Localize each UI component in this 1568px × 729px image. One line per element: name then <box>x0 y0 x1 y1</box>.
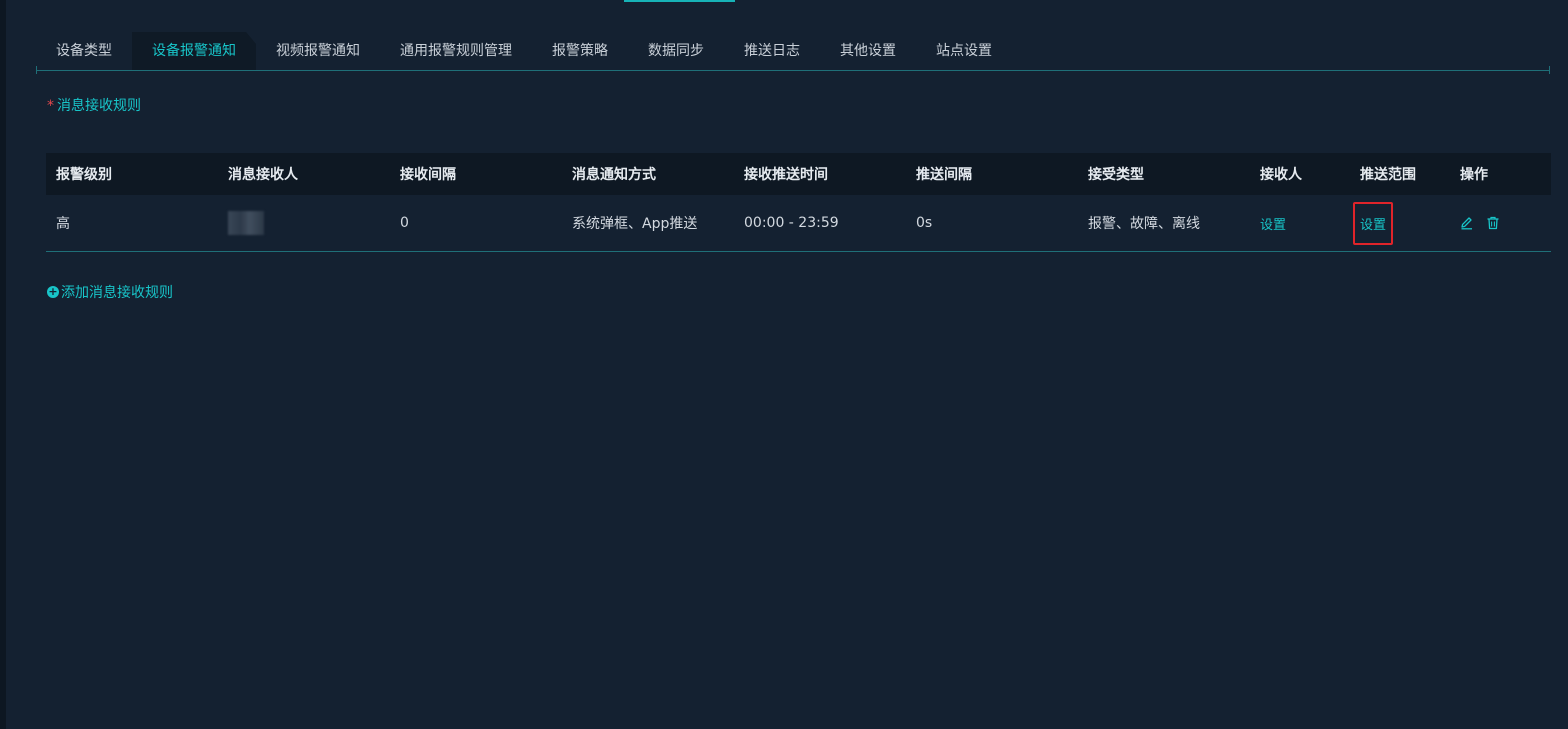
tab-general-alarm-rules[interactable]: 通用报警规则管理 <box>380 32 532 70</box>
tab-other-settings[interactable]: 其他设置 <box>820 32 916 70</box>
push-scope-settings-link[interactable]: 设置 <box>1360 218 1386 233</box>
add-rule-button[interactable]: + 添加消息接收规则 <box>47 282 173 302</box>
redacted-receiver-name <box>228 211 264 235</box>
tab-video-alarm-notify[interactable]: 视频报警通知 <box>256 32 380 70</box>
header-message-receiver: 消息接收人 <box>228 167 298 183</box>
header-push-scope: 推送范围 <box>1360 167 1416 183</box>
tab-alarm-strategy[interactable]: 报警策略 <box>532 32 628 70</box>
tab-underline-end-tick <box>1549 66 1550 74</box>
delete-icon[interactable] <box>1486 216 1500 230</box>
tab-bar: 设备类型 设备报警通知 视频报警通知 通用报警规则管理 报警策略 数据同步 推送… <box>36 32 1012 70</box>
tab-site-settings[interactable]: 站点设置 <box>916 32 1012 70</box>
required-mark: * <box>47 98 54 114</box>
section-title-text: 消息接收规则 <box>57 98 141 114</box>
cell-notify-method: 系统弹框、App推送 <box>572 216 698 232</box>
tab-device-alarm-notify[interactable]: 设备报警通知 <box>132 32 256 70</box>
table-row: 高 0 系统弹框、App推送 00:00 - 23:59 0s 报警、故障、离线… <box>46 195 1551 252</box>
plus-circle-icon: + <box>47 285 59 298</box>
tab-underline <box>36 70 1550 71</box>
header-receiver: 接收人 <box>1260 167 1302 183</box>
header-accept-type: 接受类型 <box>1088 167 1144 183</box>
table-header: 报警级别 消息接收人 接收间隔 消息通知方式 接收推送时间 推送间隔 接受类型 … <box>46 153 1551 195</box>
cell-push-time: 00:00 - 23:59 <box>744 215 839 231</box>
cell-receiver: 设置 <box>1250 214 1350 233</box>
receiver-settings-link[interactable]: 设置 <box>1260 218 1286 233</box>
cell-accept-type: 报警、故障、离线 <box>1088 216 1200 232</box>
tab-device-type[interactable]: 设备类型 <box>36 32 132 70</box>
cell-push-interval: 0s <box>916 215 933 231</box>
left-edge-strip <box>0 0 6 729</box>
cell-alarm-level: 高 <box>56 216 70 232</box>
tab-push-log[interactable]: 推送日志 <box>724 32 820 70</box>
cell-actions <box>1450 216 1551 230</box>
header-actions: 操作 <box>1460 167 1488 183</box>
add-rule-label: 添加消息接收规则 <box>61 285 173 301</box>
cell-push-scope: 设置 <box>1350 201 1450 245</box>
header-notify-method: 消息通知方式 <box>572 167 656 183</box>
edit-icon[interactable] <box>1460 216 1474 230</box>
section-title: * 消息接收规则 <box>47 95 141 115</box>
row-actions <box>1460 216 1551 230</box>
page: 设备类型 设备报警通知 视频报警通知 通用报警规则管理 报警策略 数据同步 推送… <box>0 0 1568 729</box>
tab-data-sync[interactable]: 数据同步 <box>628 32 724 70</box>
rules-table: 报警级别 消息接收人 接收间隔 消息通知方式 接收推送时间 推送间隔 接受类型 … <box>46 153 1551 252</box>
cell-message-receiver <box>218 211 390 235</box>
cell-receive-interval: 0 <box>400 215 409 231</box>
tab-underline-start-tick <box>36 66 37 74</box>
header-alarm-level: 报警级别 <box>56 167 112 183</box>
top-active-indicator <box>624 0 735 2</box>
highlight-box: 设置 <box>1353 201 1394 245</box>
header-push-interval: 推送间隔 <box>916 167 972 183</box>
header-push-time: 接收推送时间 <box>744 167 828 183</box>
header-receive-interval: 接收间隔 <box>400 167 456 183</box>
